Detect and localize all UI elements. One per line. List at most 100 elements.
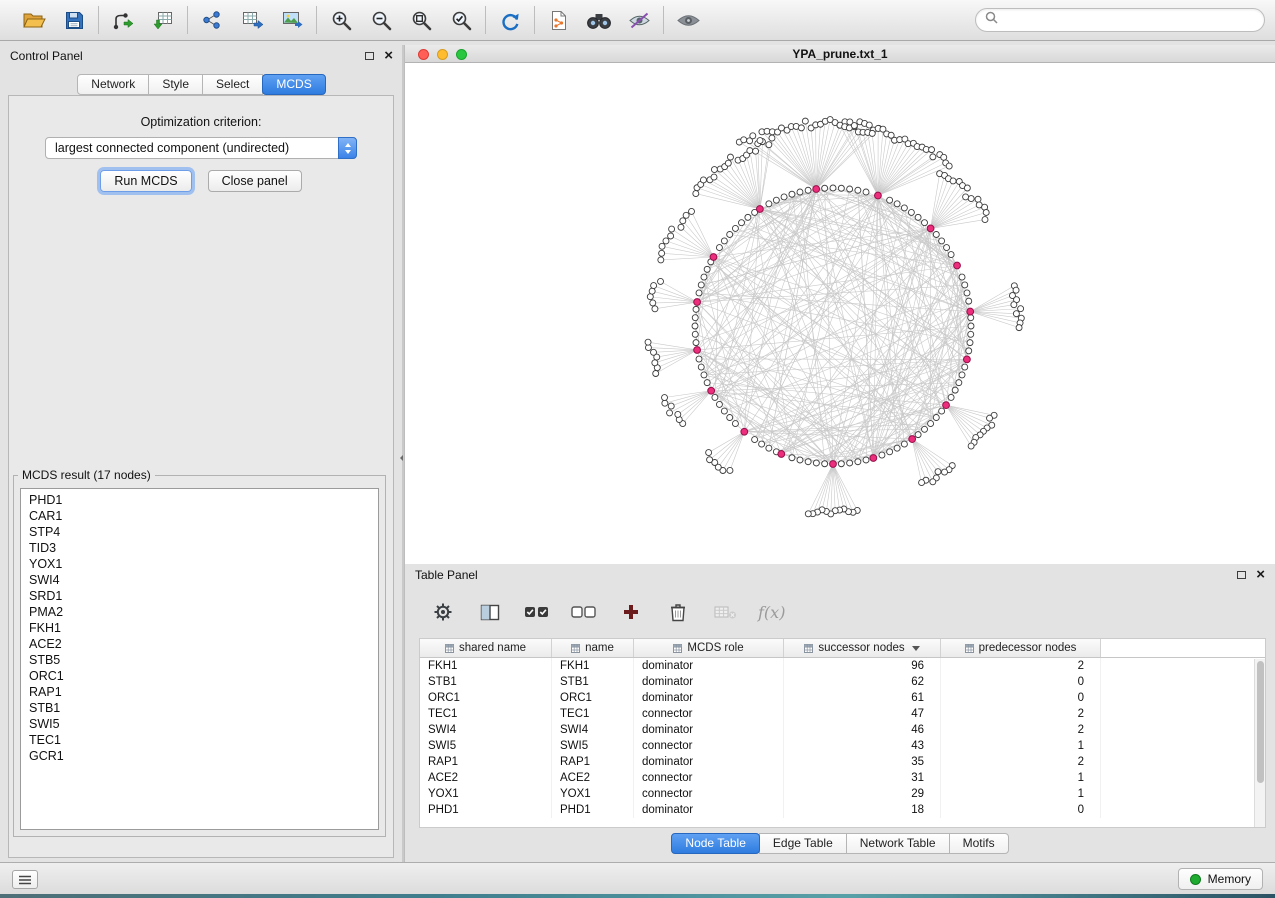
table-row[interactable]: ORC1ORC1dominator610 <box>420 690 1265 706</box>
status-menu-button[interactable] <box>12 870 38 889</box>
search-input[interactable] <box>1004 12 1255 28</box>
mcds-result-item[interactable]: ORC1 <box>21 668 378 684</box>
table-row[interactable]: YOX1YOX1connector291 <box>420 786 1265 802</box>
mcds-result-item[interactable]: GCR1 <box>21 748 378 764</box>
export-network-icon[interactable] <box>198 6 226 34</box>
mcds-result-item[interactable]: PHD1 <box>21 492 378 508</box>
view-tools-group <box>535 6 663 34</box>
table-header-row: shared namenameMCDS rolesuccessor nodesp… <box>420 639 1265 658</box>
table-cell: 2 <box>941 754 1101 770</box>
table-row[interactable]: SWI4SWI4dominator462 <box>420 722 1265 738</box>
network-titlebar[interactable]: YPA_prune.txt_1 <box>405 45 1275 63</box>
zoom-fit-icon[interactable] <box>407 6 435 34</box>
column-header-successor-nodes[interactable]: successor nodes <box>784 639 941 657</box>
mcds-result-item[interactable]: RAP1 <box>21 684 378 700</box>
mcds-result-item[interactable]: SWI4 <box>21 572 378 588</box>
unselect-all-columns-icon[interactable] <box>570 598 598 626</box>
open-folder-icon[interactable] <box>20 6 48 34</box>
show-columns-icon[interactable] <box>476 598 504 626</box>
close-table-panel-icon[interactable]: × <box>1256 570 1265 580</box>
run-mcds-button[interactable]: Run MCDS <box>100 170 191 192</box>
table-row[interactable]: TEC1TEC1connector472 <box>420 706 1265 722</box>
close-panel-icon[interactable]: × <box>384 51 393 61</box>
mcds-result-item[interactable]: STB5 <box>21 652 378 668</box>
table-cell: 46 <box>784 722 941 738</box>
control-panel: Control Panel × Optimization criterion: … <box>0 45 403 862</box>
table-cell: 31 <box>784 770 941 786</box>
create-column-icon[interactable] <box>617 598 645 626</box>
zoom-in-icon[interactable] <box>327 6 355 34</box>
column-header-shared-name[interactable]: shared name <box>420 639 552 657</box>
table-row[interactable]: RAP1RAP1dominator352 <box>420 754 1265 770</box>
tab-select[interactable]: Select <box>202 74 263 95</box>
minimize-window-icon[interactable] <box>437 49 448 60</box>
export-image-icon[interactable] <box>278 6 306 34</box>
column-header-MCDS-role[interactable]: MCDS role <box>634 639 784 657</box>
delete-table-icon-disabled <box>711 598 739 626</box>
mcds-result-item[interactable]: SWI5 <box>21 716 378 732</box>
import-table-icon[interactable] <box>149 6 177 34</box>
tab-mcds[interactable]: MCDS <box>262 74 325 95</box>
table-settings-gear-icon[interactable] <box>429 598 457 626</box>
table-row[interactable]: FKH1FKH1dominator962 <box>420 658 1265 674</box>
select-all-columns-icon[interactable] <box>523 598 551 626</box>
eye-icon[interactable] <box>674 6 702 34</box>
delete-column-icon[interactable] <box>664 598 692 626</box>
mcds-result-item[interactable]: SRD1 <box>21 588 378 604</box>
refresh-icon[interactable] <box>496 6 524 34</box>
mcds-result-item[interactable]: FKH1 <box>21 620 378 636</box>
zoom-out-icon[interactable] <box>367 6 395 34</box>
network-window: YPA_prune.txt_1 <box>404 45 1275 564</box>
save-icon[interactable] <box>60 6 88 34</box>
tab-node-table[interactable]: Node Table <box>671 833 760 854</box>
export-table-icon[interactable] <box>238 6 266 34</box>
scrollbar-thumb[interactable] <box>1257 661 1264 783</box>
mcds-result-item[interactable]: TID3 <box>21 540 378 556</box>
mcds-result-item[interactable]: STB1 <box>21 700 378 716</box>
table-row[interactable]: PHD1PHD1dominator180 <box>420 802 1265 818</box>
table-cell: 1 <box>941 786 1101 802</box>
network-canvas[interactable] <box>405 63 1275 564</box>
table-row[interactable]: ACE2ACE2connector311 <box>420 770 1265 786</box>
table-toolbar: f(x) <box>429 594 785 630</box>
column-header-predecessor-nodes[interactable]: predecessor nodes <box>941 639 1101 657</box>
mcds-result-item[interactable]: ACE2 <box>21 636 378 652</box>
mcds-result-list[interactable]: PHD1CAR1STP4TID3YOX1SWI4SRD1PMA2FKH1ACE2… <box>20 488 379 830</box>
maximize-window-icon[interactable] <box>456 49 467 60</box>
mcds-tab-content: Optimization criterion: largest connecte… <box>8 95 394 858</box>
close-panel-button[interactable]: Close panel <box>208 170 302 192</box>
mcds-result-item[interactable]: YOX1 <box>21 556 378 572</box>
criterion-select[interactable]: largest connected component (undirected) <box>45 137 357 159</box>
refresh-group <box>486 6 534 34</box>
table-cell: TEC1 <box>420 706 552 722</box>
float-table-panel-icon[interactable] <box>1237 571 1246 579</box>
mcds-result-item[interactable]: PMA2 <box>21 604 378 620</box>
tab-network-table[interactable]: Network Table <box>846 833 950 854</box>
share-document-icon[interactable] <box>545 6 573 34</box>
table-row[interactable]: STB1STB1dominator620 <box>420 674 1265 690</box>
table-cell: dominator <box>634 658 784 674</box>
tab-motifs[interactable]: Motifs <box>949 833 1009 854</box>
mcds-result-item[interactable]: CAR1 <box>21 508 378 524</box>
table-scrollbar[interactable] <box>1254 659 1265 827</box>
float-panel-icon[interactable] <box>365 52 374 60</box>
hamburger-icon <box>18 875 32 885</box>
tab-network[interactable]: Network <box>77 74 149 95</box>
network-graph[interactable] <box>405 63 1275 564</box>
search-field[interactable] <box>975 8 1265 32</box>
zoom-selected-icon[interactable] <box>447 6 475 34</box>
import-network-icon[interactable] <box>109 6 137 34</box>
table-row[interactable]: SWI5SWI5connector431 <box>420 738 1265 754</box>
tab-edge-table[interactable]: Edge Table <box>759 833 847 854</box>
eye-group <box>664 6 712 34</box>
table-cell: SWI5 <box>420 738 552 754</box>
column-header-name[interactable]: name <box>552 639 634 657</box>
table-cell: 62 <box>784 674 941 690</box>
binoculars-icon[interactable] <box>585 6 613 34</box>
mcds-result-item[interactable]: TEC1 <box>21 732 378 748</box>
mcds-result-item[interactable]: STP4 <box>21 524 378 540</box>
memory-button[interactable]: Memory <box>1178 868 1263 890</box>
graphics-details-icon[interactable] <box>625 6 653 34</box>
tab-style[interactable]: Style <box>148 74 203 95</box>
close-window-icon[interactable] <box>418 49 429 60</box>
